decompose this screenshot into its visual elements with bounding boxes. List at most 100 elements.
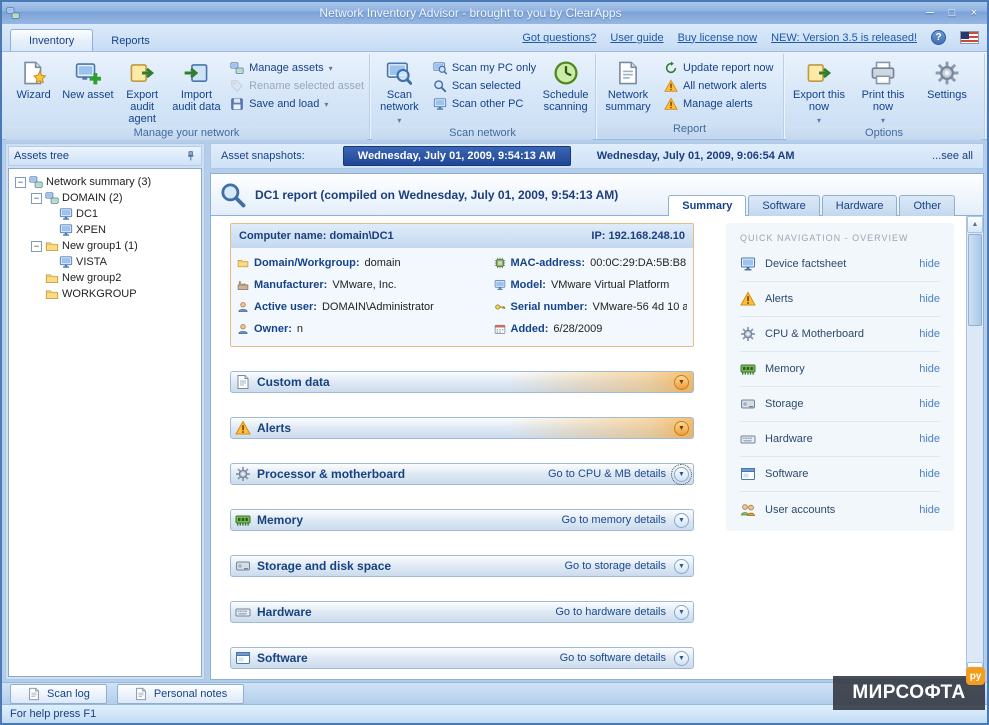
scroll-thumb[interactable]: [968, 234, 982, 326]
tree-expander-icon[interactable]: −: [31, 241, 42, 252]
section-processor-motherboard[interactable]: Processor & motherboard Go to CPU & MB d…: [230, 463, 694, 485]
import-audit-data-button[interactable]: Import audit data: [170, 56, 223, 120]
storage-icon: [235, 558, 251, 574]
tab-inventory[interactable]: Inventory: [10, 29, 93, 51]
tree-expander-icon[interactable]: −: [31, 193, 42, 204]
see-all-link[interactable]: ...see all: [932, 150, 973, 162]
quicknav-storage[interactable]: Storage hide: [740, 387, 940, 422]
new-version-link[interactable]: NEW: Version 3.5 is released!: [771, 32, 917, 44]
pin-icon[interactable]: [184, 150, 196, 162]
scan-small-buttons: Scan my PC only Scan selected Scan other…: [427, 56, 538, 111]
close-button[interactable]: ×: [965, 6, 983, 21]
hide-link[interactable]: hide: [919, 468, 940, 480]
ribbon-group-report: Network summary Update report now All ne…: [596, 54, 784, 139]
tree-item-network-summary[interactable]: − Network summary (3): [11, 174, 199, 190]
tab-hardware[interactable]: Hardware: [822, 195, 898, 216]
tree-item-label: DOMAIN (2): [62, 192, 123, 204]
tree-item-vista[interactable]: VISTA: [11, 254, 199, 270]
tree-item-new-group2[interactable]: New group2: [11, 270, 199, 286]
quicknav-user-accounts[interactable]: User accounts hide: [740, 492, 940, 527]
manage-alerts-button[interactable]: Manage alerts: [664, 97, 774, 111]
tree-expander-icon[interactable]: −: [15, 177, 26, 188]
quicknav-alerts[interactable]: Alerts hide: [740, 282, 940, 317]
section-alerts[interactable]: Alerts ▼: [230, 417, 694, 439]
hide-link[interactable]: hide: [919, 328, 940, 340]
tree-item-domain[interactable]: − DOMAIN (2): [11, 190, 199, 206]
tree-item-new-group1[interactable]: − New group1 (1): [11, 238, 199, 254]
scan-log-tab[interactable]: Scan log: [10, 684, 107, 704]
quicknav-hardware[interactable]: Hardware hide: [740, 422, 940, 457]
rename-asset-button[interactable]: Rename selected asset: [230, 79, 364, 93]
print-this-now-button[interactable]: Print this now ▾: [854, 56, 912, 125]
hide-link[interactable]: hide: [919, 293, 940, 305]
scan-selected-icon: [433, 79, 447, 93]
quicknav-device-factsheet[interactable]: Device factsheet hide: [740, 247, 940, 282]
quicknav-cpu-motherboard[interactable]: CPU & Motherboard hide: [740, 317, 940, 352]
snapshot-button[interactable]: Wednesday, July 01, 2009, 9:06:54 AM: [583, 147, 809, 165]
minimize-button[interactable]: ─: [921, 6, 939, 21]
quicknav-software[interactable]: Software hide: [740, 457, 940, 492]
update-report-button[interactable]: Update report now: [664, 61, 774, 75]
tree-item-workgroup[interactable]: WORKGROUP: [11, 286, 199, 302]
save-and-load-button[interactable]: Save and load ▾: [230, 97, 364, 111]
hide-link[interactable]: hide: [919, 258, 940, 270]
scan-other-pc-button[interactable]: Scan other PC: [433, 97, 536, 111]
section-storage[interactable]: Storage and disk space Go to storage det…: [230, 555, 694, 577]
hardware-icon: [235, 604, 251, 620]
tab-software[interactable]: Software: [748, 195, 819, 216]
schedule-scanning-button[interactable]: Schedule scanning: [539, 56, 592, 120]
hide-link[interactable]: hide: [919, 504, 940, 516]
export-audit-agent-button[interactable]: Export audit agent: [116, 56, 169, 125]
scroll-up-button[interactable]: ▲: [967, 216, 983, 233]
settings-button[interactable]: Settings: [918, 56, 976, 120]
export-this-now-icon: [806, 60, 832, 86]
tree-item-label: XPEN: [76, 224, 106, 236]
collapse-chevron-icon[interactable]: ▼: [674, 421, 689, 436]
expand-chevron-icon[interactable]: ▼: [674, 651, 689, 666]
tab-reports[interactable]: Reports: [93, 30, 168, 51]
snapshot-button-selected[interactable]: Wednesday, July 01, 2009, 9:54:13 AM: [343, 146, 571, 166]
expand-chevron-icon[interactable]: ▼: [674, 605, 689, 620]
go-to-hardware-details-link[interactable]: Go to hardware details: [555, 606, 666, 618]
expand-chevron-icon[interactable]: ▼: [674, 467, 689, 482]
hide-link[interactable]: hide: [919, 433, 940, 445]
manage-assets-button[interactable]: Manage assets ▾: [230, 61, 364, 75]
export-this-now-button[interactable]: Export this now ▾: [790, 56, 848, 125]
scan-network-button[interactable]: Scan network ▾: [373, 56, 426, 125]
tab-summary[interactable]: Summary: [668, 195, 746, 216]
tree-item-dc1[interactable]: DC1: [11, 206, 199, 222]
language-flag-icon[interactable]: [960, 31, 979, 44]
go-to-memory-details-link[interactable]: Go to memory details: [561, 514, 666, 526]
hide-link[interactable]: hide: [919, 398, 940, 410]
quicknav-memory[interactable]: Memory hide: [740, 352, 940, 387]
collapse-chevron-icon[interactable]: ▼: [674, 375, 689, 390]
expand-chevron-icon[interactable]: ▼: [674, 513, 689, 528]
got-questions-link[interactable]: Got questions?: [522, 32, 596, 44]
buy-license-link[interactable]: Buy license now: [678, 32, 758, 44]
scan-selected-button[interactable]: Scan selected: [433, 79, 536, 93]
tab-other[interactable]: Other: [899, 195, 955, 216]
section-hardware[interactable]: Hardware Go to hardware details ▼: [230, 601, 694, 623]
network-summary-button[interactable]: Network summary: [599, 56, 657, 120]
software-icon: [235, 650, 251, 666]
section-title: Processor & motherboard: [257, 467, 405, 481]
vertical-scrollbar[interactable]: ▲ ▼: [966, 216, 983, 679]
section-custom-data[interactable]: Custom data ▼: [230, 371, 694, 393]
hide-link[interactable]: hide: [919, 363, 940, 375]
user-guide-link[interactable]: User guide: [610, 32, 663, 44]
go-to-cpu-details-link[interactable]: Go to CPU & MB details: [548, 468, 666, 480]
help-icon[interactable]: ?: [931, 30, 946, 45]
tree-item-xpen[interactable]: XPEN: [11, 222, 199, 238]
all-network-alerts-button[interactable]: All network alerts: [664, 79, 774, 93]
section-memory[interactable]: Memory Go to memory details ▼: [230, 509, 694, 531]
scan-my-pc-button[interactable]: Scan my PC only: [433, 61, 536, 75]
section-software[interactable]: Software Go to software details ▼: [230, 647, 694, 669]
expand-chevron-icon[interactable]: ▼: [674, 559, 689, 574]
go-to-software-details-link[interactable]: Go to software details: [560, 652, 666, 664]
new-asset-button[interactable]: New asset: [61, 56, 114, 120]
go-to-storage-details-link[interactable]: Go to storage details: [564, 560, 666, 572]
wizard-button[interactable]: Wizard: [7, 56, 60, 120]
report-magnifier-icon: [219, 181, 247, 209]
maximize-button[interactable]: □: [943, 6, 961, 21]
personal-notes-tab[interactable]: Personal notes: [117, 684, 244, 704]
